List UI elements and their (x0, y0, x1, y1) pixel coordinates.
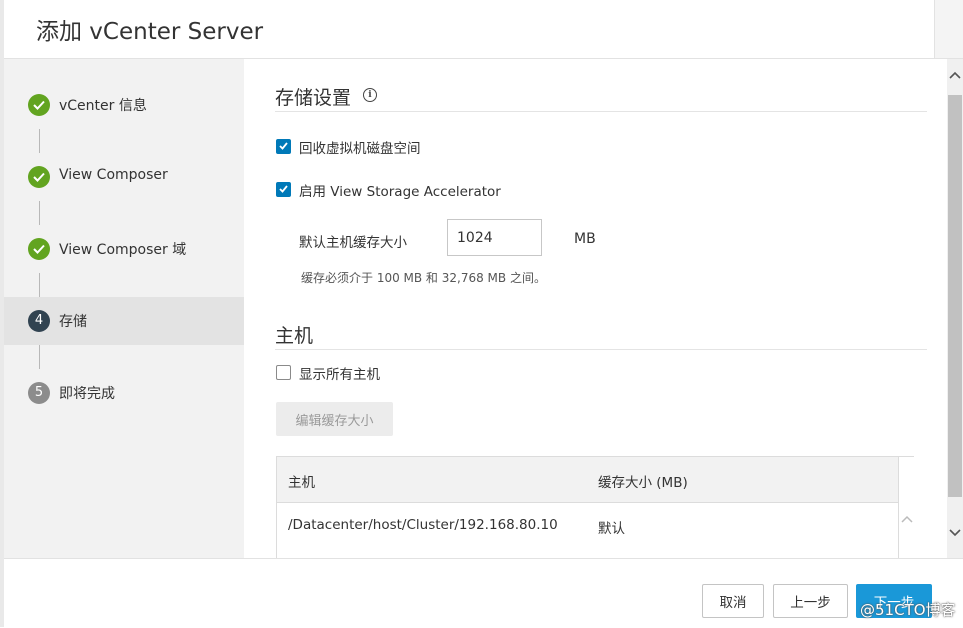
chevron-down-icon[interactable] (949, 529, 961, 537)
cancel-button[interactable]: 取消 (702, 584, 764, 618)
view-storage-accelerator-label[interactable]: 启用 View Storage Accelerator (299, 180, 501, 200)
check-icon (28, 94, 50, 116)
step-number: 4 (28, 310, 50, 332)
cache-size-hint: 缓存必须介于 100 MB 和 32,768 MB 之间。 (301, 271, 546, 285)
chevron-up-icon[interactable] (901, 515, 913, 523)
section-divider (275, 349, 927, 350)
back-button[interactable]: 上一步 (773, 584, 848, 618)
add-vcenter-dialog: 添加 vCenter Server vCenter 信息 View Compos… (0, 0, 963, 628)
step-label: 存储 (59, 314, 87, 330)
cache-size-cell: 默认 (598, 521, 625, 537)
content-scrollbar[interactable] (947, 59, 963, 558)
default-cache-size-input[interactable] (447, 219, 542, 256)
host-cell: /Datacenter/host/Cluster/192.168.80.10 (288, 517, 558, 533)
step-ready-to-complete[interactable]: 5 即将完成 (4, 369, 244, 417)
reclaim-disk-space-checkbox[interactable] (276, 139, 291, 154)
table-header: 主机 缓存大小 (MB) (277, 457, 899, 503)
step-storage[interactable]: 4 存储 (4, 297, 244, 345)
step-connector (39, 201, 40, 225)
section-divider (275, 111, 927, 112)
step-label: 即将完成 (59, 386, 115, 402)
column-header-host[interactable]: 主机 (288, 471, 315, 491)
check-icon (28, 238, 50, 260)
step-view-composer-domain[interactable]: View Composer 域 (4, 225, 244, 273)
column-header-cache-size[interactable]: 缓存大小 (MB) (598, 471, 688, 491)
step-connector (39, 273, 40, 297)
wizard-steps-sidebar: vCenter 信息 View Composer View Composer 域… (4, 59, 244, 558)
chevron-up-icon[interactable] (949, 71, 961, 79)
step-vcenter-info[interactable]: vCenter 信息 (4, 81, 244, 129)
storage-settings-panel: 存储设置 i 回收虚拟机磁盘空间 启用 View Storage Acceler… (244, 59, 947, 558)
dialog-footer: 取消 上一步 下一步 @51CTO博客 (4, 558, 963, 628)
show-all-hosts-label[interactable]: 显示所有主机 (299, 363, 380, 383)
step-number: 5 (28, 382, 50, 404)
cache-unit: MB (574, 231, 596, 247)
dialog-header: 添加 vCenter Server (4, 0, 963, 59)
show-all-hosts-checkbox[interactable] (276, 365, 291, 380)
watermark: @51CTO博客 (860, 601, 956, 619)
hosts-title: 主机 (275, 325, 314, 347)
info-icon[interactable]: i (363, 88, 377, 102)
hosts-table: 主机 缓存大小 (MB) /Datacenter/host/Cluster/19… (276, 456, 915, 558)
check-icon (28, 166, 50, 188)
step-label: View Composer (59, 167, 168, 183)
header-right-edge (934, 0, 963, 58)
step-connector (39, 345, 40, 369)
step-label: vCenter 信息 (59, 98, 147, 114)
view-storage-accelerator-checkbox[interactable] (276, 182, 291, 197)
dialog-title: 添加 vCenter Server (36, 19, 264, 45)
scrollbar-thumb[interactable] (948, 95, 962, 497)
table-scrollbar[interactable] (898, 457, 915, 558)
reclaim-disk-space-label[interactable]: 回收虚拟机磁盘空间 (299, 137, 421, 157)
storage-settings-title: 存储设置 (275, 87, 352, 109)
step-connector (39, 129, 40, 153)
step-label: View Composer 域 (59, 242, 187, 258)
edit-cache-size-button[interactable]: 编辑缓存大小 (276, 402, 393, 436)
default-cache-size-label: 默认主机缓存大小 (299, 235, 407, 251)
step-view-composer[interactable]: View Composer (4, 153, 244, 201)
